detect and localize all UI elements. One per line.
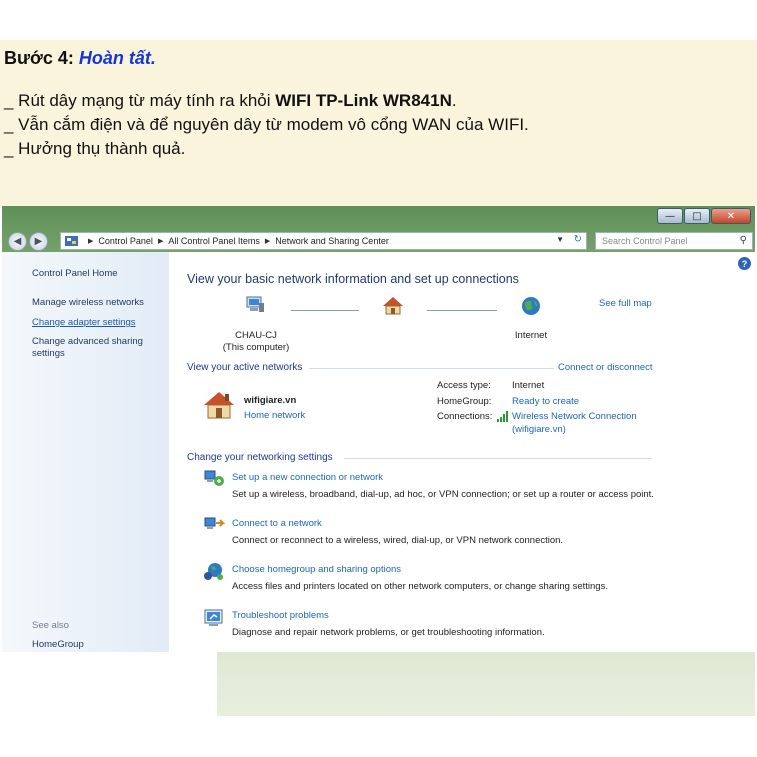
sidebar-item-homegroup[interactable]: HomeGroup [32,639,164,651]
wireless-connection-link[interactable]: Wireless Network Connection [512,411,637,422]
step-label: Bước 4: [4,48,74,68]
wireless-connection-ssid[interactable]: (wifigiare.vn) [512,424,566,435]
instruction-line-1: _ Rút dây mạng từ máy tính ra khỏi WIFI … [4,89,753,113]
task-connect-network-link[interactable]: Connect to a network [232,518,322,529]
home-network-large-icon [204,392,234,419]
maximize-button[interactable]: □ [684,208,710,224]
refresh-icon[interactable]: ↻ [574,234,582,245]
minimize-button[interactable]: — [657,208,683,224]
instruction-line-3: _ Hưởng thụ thành quả. [4,139,186,158]
task-homegroup-link[interactable]: Choose homegroup and sharing options [232,564,401,575]
connect-disconnect-link[interactable]: Connect or disconnect [558,362,653,373]
breadcrumb-separator-icon: ▶ [88,238,94,245]
section-divider [309,368,554,369]
page-title: View your basic network information and … [187,272,519,286]
task-connect-network-desc: Connect or reconnect to a wireless, wire… [232,535,564,546]
address-bar: ◀ ▶ ▶ Control Panel ▶ All Control Panel … [2,230,755,252]
sidebar-item-advanced-sharing[interactable]: Change advanced sharing settings [32,336,164,360]
close-button[interactable]: ✕ [711,208,751,224]
homegroup-label: HomeGroup: [437,396,492,407]
connect-network-icon [204,517,225,529]
breadcrumb[interactable]: ▶ Control Panel ▶ All Control Panel Item… [60,232,587,250]
main-content: ? View your basic network information an… [169,252,755,652]
computer-icon [246,296,264,312]
breadcrumb-control-panel[interactable]: Control Panel [98,236,153,246]
chevron-down-icon[interactable]: ▼ [556,235,564,244]
internet-label: Internet [514,330,548,341]
search-placeholder: Search Control Panel [602,236,688,246]
line1-suffix: . [451,91,457,110]
connections-label: Connections: [437,411,493,422]
homegroup-link[interactable]: Ready to create [512,396,579,407]
search-icon[interactable]: ⚲ [740,235,747,246]
task-troubleshoot-link[interactable]: Troubleshoot problems [232,610,329,621]
breadcrumb-separator-icon: ▶ [157,238,164,245]
breadcrumb-separator-icon: ▶ [264,238,271,245]
task-setup-connection-desc: Set up a wireless, broadband, dial-up, a… [232,489,654,500]
computer-name: CHAU-CJ [235,330,277,341]
control-panel-icon [65,236,78,246]
see-full-map-link[interactable]: See full map [599,298,652,309]
network-type-link[interactable]: Home network [244,410,305,421]
instruction-line-2: _ Vẫn cắm điện và để nguyên dây từ modem… [4,115,529,134]
breadcrumb-network-sharing[interactable]: Network and Sharing Center [275,236,389,246]
help-icon[interactable]: ? [738,257,751,270]
router-model: WIFI TP-Link WR841N [275,91,452,110]
network-sharing-center-window: — □ ✕ ◀ ▶ ▶ Control Panel ▶ All Control … [2,206,755,716]
window-controls: — □ ✕ [656,208,751,224]
settings-heading: Change your networking settings [187,452,333,463]
back-button[interactable]: ◀ [8,231,27,251]
line1-prefix: _ Rút dây mạng từ máy tính ra khỏi [4,91,276,110]
search-input[interactable]: Search Control Panel ⚲ [595,232,753,250]
window-bottom-area [2,652,217,716]
network-name: wifigiare.vn [244,395,297,406]
homegroup-sharing-icon [204,563,223,580]
task-setup-connection-link[interactable]: Set up a new connection or network [232,472,383,483]
connection-line [427,310,497,311]
troubleshoot-icon [204,609,223,626]
computer-subtitle: (This computer) [222,342,290,353]
sidebar-item-manage-wireless[interactable]: Manage wireless networks [32,297,164,309]
access-type-label: Access type: [437,380,491,391]
step-title: Hoàn tất. [78,48,156,68]
task-troubleshoot-desc: Diagnose and repair network problems, or… [232,627,545,638]
active-networks-heading: View your active networks [187,362,303,373]
left-nav-pane: Control Panel Home Manage wireless netwo… [2,252,169,716]
wireless-signal-icon [497,411,508,422]
internet-globe-icon [522,297,540,315]
section-divider [344,458,652,459]
step-heading: Bước 4: Hoàn tất. [4,48,753,69]
see-also-heading: See also [32,620,69,631]
instruction-note: Bước 4: Hoàn tất. _ Rút dây mạng từ máy … [0,40,757,206]
forward-button[interactable]: ▶ [29,231,48,251]
connection-line [291,310,359,311]
control-panel-home-link[interactable]: Control Panel Home [32,268,164,280]
title-bar: — □ ✕ [2,206,755,230]
task-homegroup-desc: Access files and printers located on oth… [232,581,608,592]
sidebar-item-change-adapter[interactable]: Change adapter settings [32,317,164,329]
breadcrumb-all-items[interactable]: All Control Panel Items [168,236,260,246]
access-type-value: Internet [512,380,545,391]
home-network-icon [383,297,403,315]
new-connection-icon [204,470,224,486]
